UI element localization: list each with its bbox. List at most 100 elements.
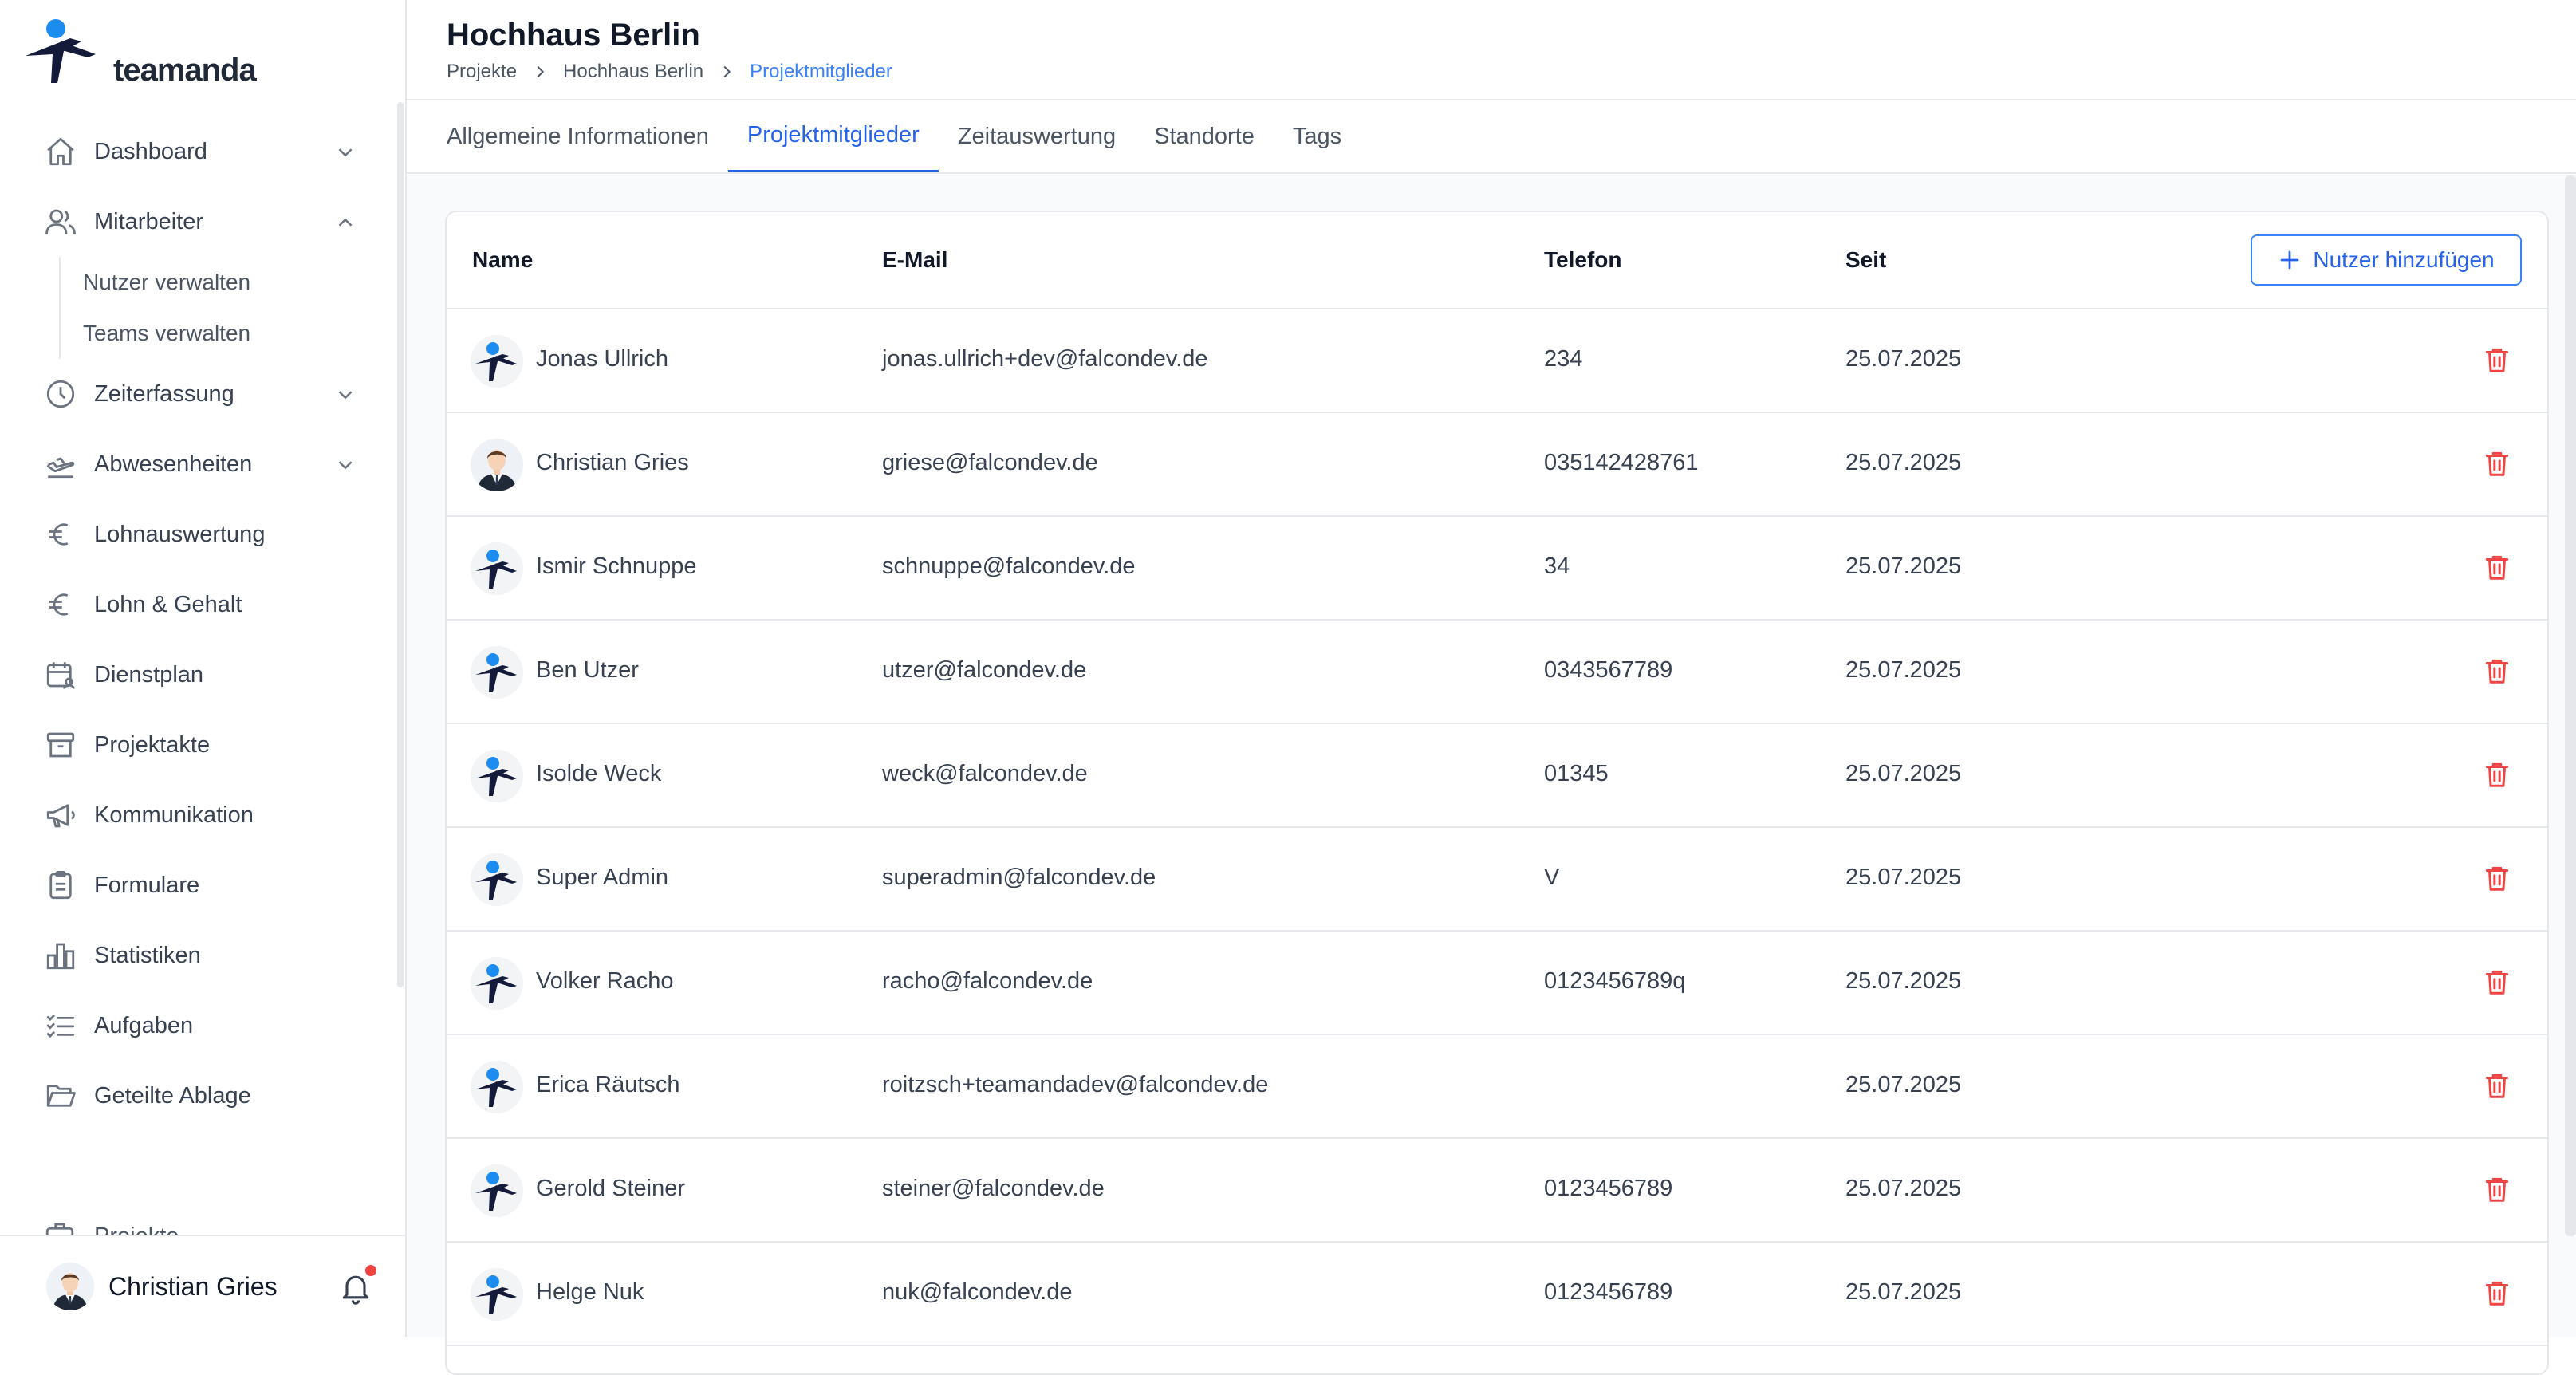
breadcrumb-item-projekte[interactable]: Projekte xyxy=(447,61,517,83)
avatar xyxy=(471,646,523,699)
logo-avatar-icon xyxy=(471,1268,523,1321)
checklist-icon xyxy=(43,1008,78,1043)
tab-allgemeine-informationen[interactable]: Allgemeine Informationen xyxy=(427,100,728,172)
tab-zeitauswertung[interactable]: Zeitauswertung xyxy=(939,100,1135,172)
table-row[interactable]: Ben Utzerutzer@falcondev.de034356778925.… xyxy=(447,621,2547,724)
avatar xyxy=(471,335,523,388)
cell-since: 25.07.2025 xyxy=(1845,554,1961,580)
table-row[interactable]: Christian Griesgriese@falcondev.de035142… xyxy=(447,413,2547,517)
cell-since: 25.07.2025 xyxy=(1845,865,1961,891)
cell-name: Super Admin xyxy=(536,865,668,891)
sidebar-item-geteilte-ablage[interactable]: Geteilte Ablage xyxy=(0,1061,391,1131)
cell-since: 25.07.2025 xyxy=(1845,450,1961,476)
chevron-down-icon[interactable] xyxy=(333,453,357,477)
trash-icon[interactable] xyxy=(2482,1174,2512,1206)
table-row[interactable]: Volker Rachoracho@falcondev.de0123456789… xyxy=(447,932,2547,1035)
cell-since: 25.07.2025 xyxy=(1845,657,1961,684)
notification-badge xyxy=(365,1265,376,1276)
logo-avatar-icon xyxy=(471,750,523,802)
main-scrollbar[interactable] xyxy=(2565,175,2576,1236)
table-row[interactable]: Erica Räutschroitzsch+teamandadev@falcon… xyxy=(447,1035,2547,1139)
sidebar: teamanda Dashboard Mitarbeiter Nutzer ve… xyxy=(0,0,407,1337)
trash-icon[interactable] xyxy=(2482,1278,2512,1310)
sidebar-item-dienstplan[interactable]: Dienstplan xyxy=(0,640,391,710)
trash-icon[interactable] xyxy=(2482,967,2512,999)
cell-phone: 0123456789q xyxy=(1544,968,1685,995)
chevron-up-icon[interactable] xyxy=(333,211,357,234)
sidebar-item-mitarbeiter[interactable]: Mitarbeiter xyxy=(0,187,391,257)
table-row[interactable]: Jonas Ullrichjonas.ullrich+dev@falcondev… xyxy=(447,309,2547,413)
sidebar-item-label: Dashboard xyxy=(94,139,207,165)
cell-name: Christian Gries xyxy=(536,450,689,476)
tab-projektmitglieder[interactable]: Projektmitglieder xyxy=(728,100,939,172)
table-row[interactable]: Super Admin superadmin@falcondev.de V 25.07… xyxy=(447,828,2547,932)
euro-icon xyxy=(43,587,78,622)
tab-standorte[interactable]: Standorte xyxy=(1135,100,1274,172)
logo-mark-icon xyxy=(24,18,112,89)
trash-icon[interactable] xyxy=(2482,759,2512,791)
sidebar-item-formulare[interactable]: Formulare xyxy=(0,850,391,920)
teamanda-logo[interactable]: teamanda xyxy=(24,18,231,89)
trash-icon[interactable] xyxy=(2482,1070,2512,1102)
cell-name: Ismir Schnuppe xyxy=(536,554,697,580)
chevron-right-icon xyxy=(531,63,549,81)
avatar xyxy=(471,439,523,491)
sidebar-item-label: Geteilte Ablage xyxy=(94,1083,251,1109)
bar-chart-icon xyxy=(43,938,78,973)
sidebar-nav: Dashboard Mitarbeiter Nutzer verwalten T… xyxy=(0,116,391,1131)
cell-email: griese@falcondev.de xyxy=(882,450,1098,476)
column-header-since: Seit xyxy=(1845,247,1886,273)
table-row[interactable]: Gerold Steinersteiner@falcondev.de012345… xyxy=(447,1139,2547,1243)
home-icon xyxy=(43,134,78,169)
trash-icon[interactable] xyxy=(2482,552,2512,584)
chevron-down-icon[interactable] xyxy=(333,140,357,164)
sidebar-subitem-nutzer-verwalten[interactable]: Nutzer verwalten xyxy=(83,257,391,308)
table-row[interactable]: Ismir Schnuppeschnuppe@falcondev.de3425.… xyxy=(447,517,2547,621)
chevron-down-icon[interactable] xyxy=(333,383,357,407)
user-bar[interactable]: Christian Gries xyxy=(0,1235,405,1337)
sidebar-subitem-teams-verwalten[interactable]: Teams verwalten xyxy=(83,308,391,359)
sidebar-item-abwesenheiten[interactable]: Abwesenheiten xyxy=(0,429,391,499)
trash-icon[interactable] xyxy=(2482,448,2512,480)
add-user-button[interactable]: Nutzer hinzufügen xyxy=(2251,234,2522,286)
tab-tags[interactable]: Tags xyxy=(1274,100,1361,172)
sidebar-scrollbar[interactable] xyxy=(397,102,404,987)
sidebar-item-projektakte[interactable]: Projektakte xyxy=(0,710,391,780)
add-user-button-label: Nutzer hinzufügen xyxy=(2313,247,2494,273)
logo-avatar-icon xyxy=(471,542,523,595)
avatar xyxy=(471,542,523,595)
cell-name: Jonas Ullrich xyxy=(536,346,668,372)
users-icon xyxy=(43,204,78,239)
trash-icon[interactable] xyxy=(2482,656,2512,688)
sidebar-item-kommunikation[interactable]: Kommunikation xyxy=(0,780,391,850)
avatar xyxy=(471,1061,523,1113)
sidebar-item-statistiken[interactable]: Statistiken xyxy=(0,920,391,991)
trash-icon[interactable] xyxy=(2482,863,2512,895)
sidebar-item-label: Aufgaben xyxy=(94,1013,193,1039)
trash-icon[interactable] xyxy=(2482,345,2512,376)
breadcrumb: Projekte Hochhaus Berlin Projektmitglied… xyxy=(447,61,892,83)
clipboard-icon xyxy=(43,868,78,903)
table-row[interactable]: Isolde Weckweck@falcondev.de0134525.07.2… xyxy=(447,724,2547,828)
sidebar-item-projekte[interactable]: Projekte xyxy=(43,1212,282,1236)
cell-since: 25.07.2025 xyxy=(1845,761,1961,787)
table-row[interactable]: Helge Nuknuk@falcondev.de012345678925.07… xyxy=(447,1243,2547,1346)
sidebar-item-lohn-gehalt[interactable]: Lohn & Gehalt xyxy=(0,569,391,640)
sidebar-item-aufgaben[interactable]: Aufgaben xyxy=(0,991,391,1061)
column-header-name: Name xyxy=(472,247,533,273)
avatar[interactable] xyxy=(46,1263,94,1310)
plane-icon xyxy=(43,447,78,482)
clock-icon xyxy=(43,376,78,412)
cell-phone: 0123456789 xyxy=(1544,1176,1672,1202)
breadcrumb-item-project[interactable]: Hochhaus Berlin xyxy=(563,61,703,83)
breadcrumb-item-current[interactable]: Projektmitglieder xyxy=(750,61,892,83)
calendar-user-icon xyxy=(43,657,78,692)
cell-name: Helge Nuk xyxy=(536,1279,644,1306)
cell-phone: V xyxy=(1544,865,1559,891)
sidebar-item-dashboard[interactable]: Dashboard xyxy=(0,116,391,187)
cell-email: superadmin@falcondev.de xyxy=(882,865,1156,891)
sidebar-item-lohnauswertung[interactable]: Lohnauswertung xyxy=(0,499,391,569)
logo-avatar-icon xyxy=(471,335,523,388)
sidebar-item-zeiterfassung[interactable]: Zeiterfassung xyxy=(0,359,391,429)
cell-phone: 0343567789 xyxy=(1544,657,1672,684)
